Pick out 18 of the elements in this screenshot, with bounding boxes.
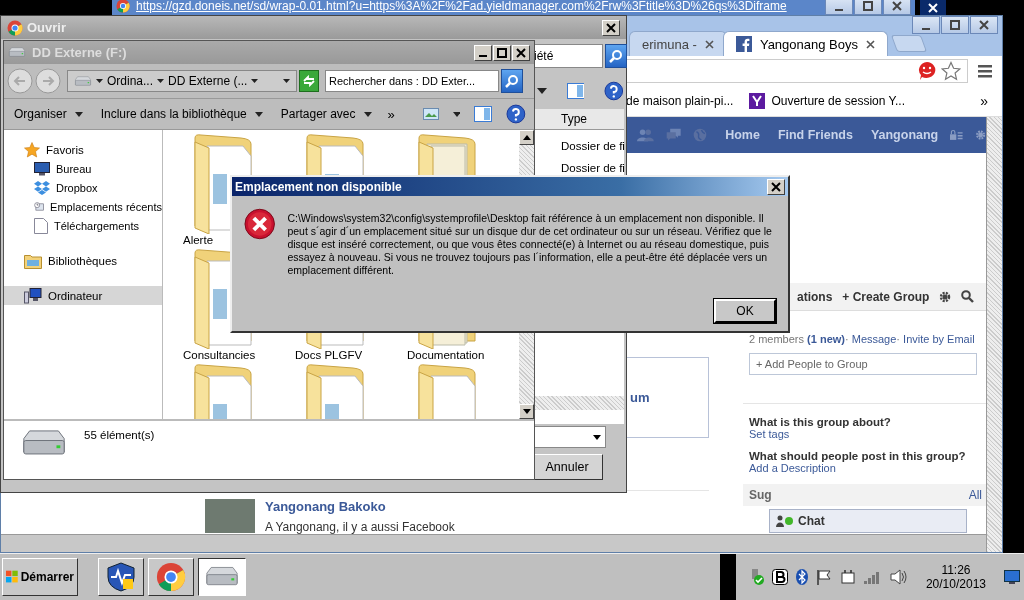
file-type-cell-text: Dossier de fi	[560, 162, 624, 174]
window-title: Ouvrir	[27, 20, 67, 35]
tab-title: erimuna -	[642, 36, 697, 52]
question-heading: What should people post in this group?	[749, 450, 967, 462]
file-type-cell-text: Dossier de fi	[560, 140, 624, 152]
question-heading: What is this group about?	[749, 416, 892, 428]
members-line: 2 members (1 new)· Message· Invite by Email	[749, 333, 976, 345]
post-text: A Yangonang, il y a aussi Facebook	[265, 520, 455, 534]
dialog-title: Emplacement non disponible	[235, 179, 403, 194]
page-url: https://gzd.doneis.net/sd/wrap-0.01.html?u=https%3A%2F%2Fad.yieldmanager.com%2Frw%3Ftitle%3D%26qs%3Diframe	[136, 0, 787, 14]
clock-date: 20/10/2013	[925, 577, 986, 591]
item-count: 55 élément(s)	[84, 429, 155, 441]
chat-label: Chat	[798, 514, 825, 528]
clock-time: 11:26	[941, 563, 971, 577]
error-message: C:\Windows\system32\config\systemprofile\Desktop fait référence à un emplacement non disponible. Il peut s´agir d´un emplacement situé sur un disque dur de cet ordinateur ou sur un réseau. Vérifiez que le disque est inséré correctement, ou que vous êtes connecté(e) à Internet ou au réseau domestique, puis essayez à nouveau. Si vous ne trouvez toujours pas l´information, elle a peut-être été déplacée vers un emplacement différent.	[287, 212, 773, 277]
window-title: DD Externe (F:)	[32, 45, 128, 60]
tab-title: Yangonang Boys	[759, 36, 858, 52]
section-title: Sug	[749, 488, 772, 502]
